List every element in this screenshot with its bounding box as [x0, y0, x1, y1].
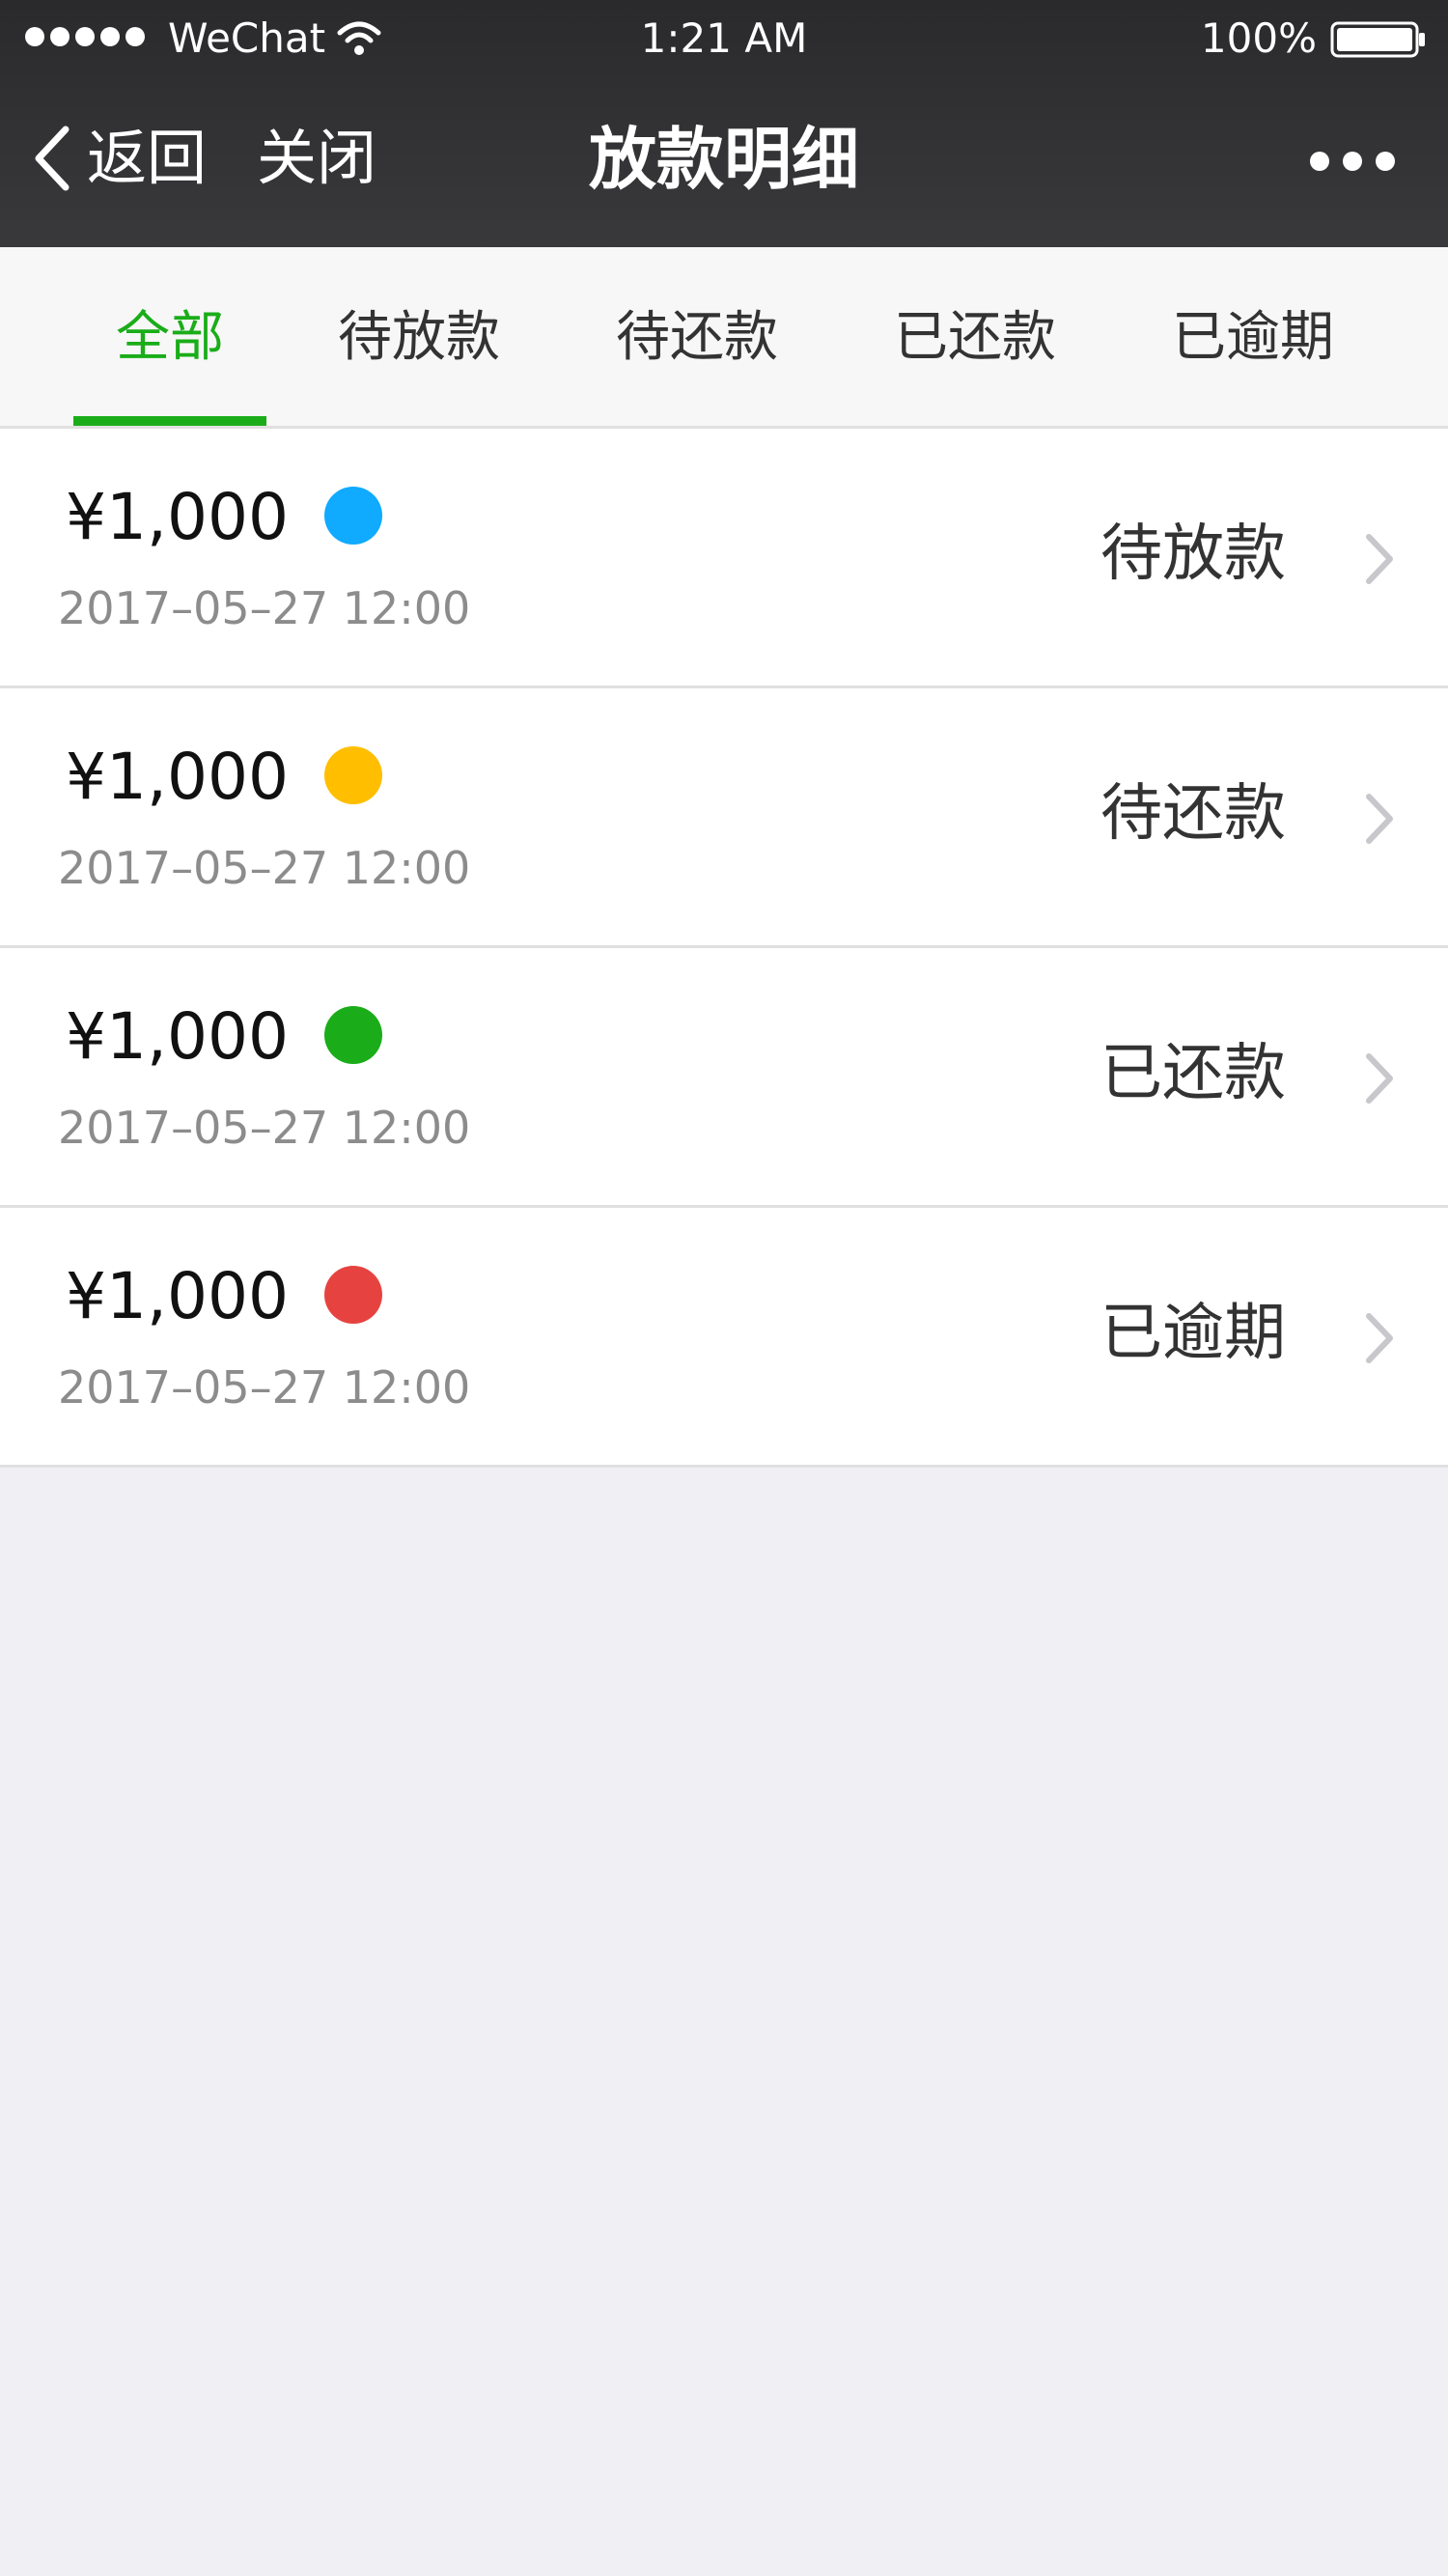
loan-date: 2017–05–27 12:00 — [58, 1102, 471, 1154]
more-icon[interactable] — [1307, 149, 1398, 174]
list-item[interactable]: ¥1,000 2017–05–27 12:00 待放款 — [0, 429, 1448, 688]
navigation-bar: 返回 关闭 放款明细 — [0, 77, 1448, 247]
filter-tabs: 全部 待放款 待还款 已还款 已逾期 — [0, 247, 1448, 429]
list-item[interactable]: ¥1,000 2017–05–27 12:00 已还款 — [0, 948, 1448, 1208]
loan-date: 2017–05–27 12:00 — [58, 842, 471, 894]
battery-percentage: 100% — [1200, 14, 1317, 62]
loan-amount: ¥1,000 — [66, 1259, 289, 1333]
loan-status: 待还款 — [1100, 778, 1286, 850]
status-dot — [324, 1266, 382, 1324]
loan-status: 待放款 — [1100, 518, 1286, 590]
active-tab-indicator — [73, 416, 266, 426]
tab-all[interactable]: 全部 — [73, 247, 266, 429]
loan-date: 2017–05–27 12:00 — [58, 582, 471, 634]
loan-amount: ¥1,000 — [66, 740, 289, 814]
status-dot — [324, 746, 382, 804]
status-bar: WeChat 1:21 AM 100% — [0, 0, 1448, 77]
loan-amount: ¥1,000 — [66, 999, 289, 1074]
loan-record-list: ¥1,000 2017–05–27 12:00 待放款 ¥1,000 2017–… — [0, 429, 1448, 1468]
tab-pending-disbursement[interactable]: 待放款 — [324, 247, 514, 429]
status-dot — [324, 1006, 382, 1064]
list-item[interactable]: ¥1,000 2017–05–27 12:00 已逾期 — [0, 1208, 1448, 1468]
tab-repaid[interactable]: 已还款 — [880, 247, 1070, 429]
loan-status: 已逾期 — [1100, 1298, 1286, 1369]
tab-pending-repayment[interactable]: 待还款 — [602, 247, 792, 429]
chevron-right-icon — [1366, 1053, 1393, 1104]
loan-status: 已还款 — [1100, 1038, 1286, 1109]
chevron-right-icon — [1366, 534, 1393, 584]
page-title: 放款明细 — [589, 120, 859, 199]
top-bar: WeChat 1:21 AM 100% 返回 关闭 放款明细 — [0, 0, 1448, 247]
chevron-right-icon — [1366, 794, 1393, 844]
status-dot — [324, 487, 382, 545]
battery-icon — [1330, 21, 1425, 58]
loan-amount: ¥1,000 — [66, 480, 289, 554]
loan-date: 2017–05–27 12:00 — [58, 1361, 471, 1414]
list-item[interactable]: ¥1,000 2017–05–27 12:00 待还款 — [0, 688, 1448, 948]
chevron-right-icon — [1366, 1313, 1393, 1363]
tab-overdue[interactable]: 已逾期 — [1158, 247, 1348, 429]
